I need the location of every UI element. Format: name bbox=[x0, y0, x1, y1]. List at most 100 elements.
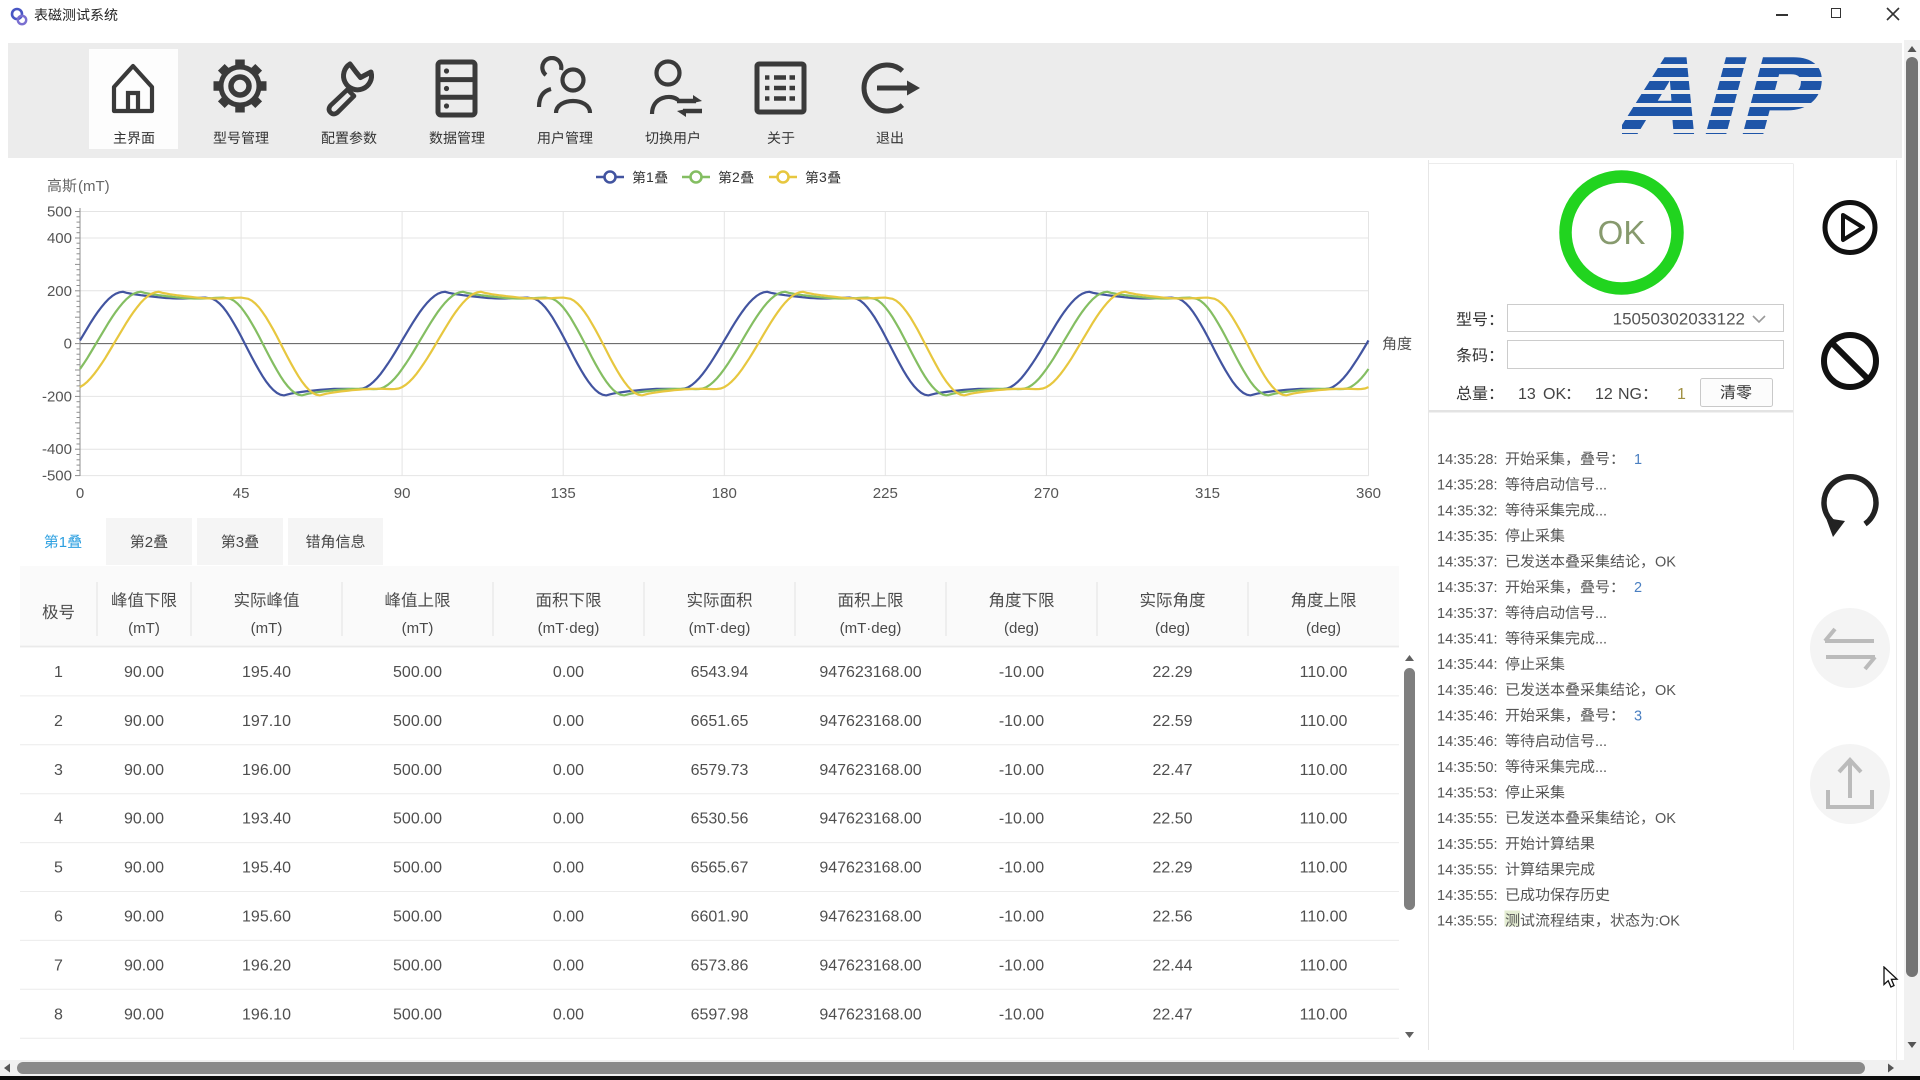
svg-text:6651.65: 6651.65 bbox=[691, 713, 749, 730]
svg-text:110.00: 110.00 bbox=[1300, 957, 1348, 974]
svg-text:110.00: 110.00 bbox=[1300, 1006, 1348, 1023]
svg-text:14:35:55:: 14:35:55: bbox=[1437, 837, 1497, 853]
svg-text:196.00: 196.00 bbox=[242, 762, 291, 779]
svg-text:(mT·deg): (mT·deg) bbox=[538, 620, 600, 637]
svg-text:(mT): (mT) bbox=[78, 178, 110, 195]
svg-text:-10.00: -10.00 bbox=[999, 811, 1044, 828]
svg-text:90.00: 90.00 bbox=[124, 957, 164, 974]
svg-text:22.44: 22.44 bbox=[1152, 957, 1192, 974]
svg-text:13: 13 bbox=[1518, 386, 1536, 403]
svg-text:(mT): (mT) bbox=[128, 620, 160, 637]
svg-text:6530.56: 6530.56 bbox=[691, 811, 749, 828]
svg-text:(deg): (deg) bbox=[1004, 620, 1039, 637]
svg-text:947623168.00: 947623168.00 bbox=[819, 713, 921, 730]
svg-text:1: 1 bbox=[646, 169, 654, 185]
svg-text:14:35:46:: 14:35:46: bbox=[1437, 734, 1497, 750]
svg-text:OK: OK bbox=[1543, 386, 1566, 403]
svg-text:14:35:53:: 14:35:53: bbox=[1437, 786, 1497, 802]
svg-text:500.00: 500.00 bbox=[393, 860, 442, 877]
svg-text:7: 7 bbox=[54, 957, 63, 974]
svg-text:6601.90: 6601.90 bbox=[691, 909, 749, 926]
svg-text:90.00: 90.00 bbox=[124, 713, 164, 730]
svg-text:22.29: 22.29 bbox=[1152, 860, 1192, 877]
svg-text:0: 0 bbox=[64, 336, 72, 353]
svg-text:3: 3 bbox=[54, 762, 63, 779]
svg-text:500.00: 500.00 bbox=[393, 1006, 442, 1023]
svg-text:6543.94: 6543.94 bbox=[691, 664, 749, 681]
svg-text:0.00: 0.00 bbox=[553, 860, 584, 877]
svg-text:...: ... bbox=[1595, 503, 1607, 519]
svg-text:-10.00: -10.00 bbox=[999, 664, 1044, 681]
svg-text:14:35:37:: 14:35:37: bbox=[1437, 606, 1497, 622]
svg-text:8: 8 bbox=[54, 1006, 63, 1023]
svg-text:1: 1 bbox=[54, 664, 63, 681]
svg-text:5: 5 bbox=[54, 860, 63, 877]
svg-text:0.00: 0.00 bbox=[553, 909, 584, 926]
svg-text:315: 315 bbox=[1195, 485, 1220, 502]
svg-text:14:35:46:: 14:35:46: bbox=[1437, 683, 1497, 699]
svg-text:(mT): (mT) bbox=[251, 620, 283, 637]
svg-text:6565.67: 6565.67 bbox=[691, 860, 749, 877]
svg-text:3: 3 bbox=[236, 534, 244, 551]
svg-text:193.40: 193.40 bbox=[242, 811, 291, 828]
svg-text:195.40: 195.40 bbox=[242, 860, 291, 877]
svg-text:0.00: 0.00 bbox=[553, 811, 584, 828]
svg-text:22.50: 22.50 bbox=[1152, 811, 1192, 828]
svg-text:-200: -200 bbox=[42, 388, 72, 405]
svg-text:0.00: 0.00 bbox=[553, 762, 584, 779]
svg-text:110.00: 110.00 bbox=[1300, 860, 1348, 877]
svg-text:135: 135 bbox=[551, 485, 576, 502]
svg-text:14:35:37:: 14:35:37: bbox=[1437, 555, 1497, 571]
svg-text:947623168.00: 947623168.00 bbox=[819, 811, 921, 828]
svg-text:14:35:41:: 14:35:41: bbox=[1437, 632, 1497, 648]
svg-text:3: 3 bbox=[1634, 709, 1642, 725]
svg-text:1: 1 bbox=[1677, 386, 1686, 403]
svg-text:14:35:28:: 14:35:28: bbox=[1437, 478, 1497, 494]
svg-text:90.00: 90.00 bbox=[124, 762, 164, 779]
svg-text:OK: OK bbox=[1598, 214, 1646, 251]
svg-text:110.00: 110.00 bbox=[1300, 909, 1348, 926]
svg-text:500.00: 500.00 bbox=[393, 762, 442, 779]
svg-text:14:35:55:: 14:35:55: bbox=[1437, 914, 1497, 930]
svg-text:22.59: 22.59 bbox=[1152, 713, 1192, 730]
svg-text:(deg): (deg) bbox=[1306, 620, 1341, 637]
svg-text:90.00: 90.00 bbox=[124, 1006, 164, 1023]
svg-text:22.47: 22.47 bbox=[1152, 762, 1192, 779]
svg-text:...: ... bbox=[1595, 632, 1607, 648]
svg-text:1: 1 bbox=[59, 534, 67, 551]
svg-text:180: 180 bbox=[712, 485, 737, 502]
svg-text:195.60: 195.60 bbox=[242, 909, 291, 926]
svg-text:500.00: 500.00 bbox=[393, 811, 442, 828]
svg-text:947623168.00: 947623168.00 bbox=[819, 860, 921, 877]
svg-text:12: 12 bbox=[1595, 386, 1613, 403]
svg-text:400: 400 bbox=[47, 230, 72, 247]
svg-text:(deg): (deg) bbox=[1155, 620, 1190, 637]
svg-text:22.29: 22.29 bbox=[1152, 664, 1192, 681]
svg-text:14:35:55:: 14:35:55: bbox=[1437, 811, 1497, 827]
svg-text:15050302033122: 15050302033122 bbox=[1613, 310, 1745, 329]
svg-text:0.00: 0.00 bbox=[553, 1006, 584, 1023]
svg-text:947623168.00: 947623168.00 bbox=[819, 664, 921, 681]
svg-text:0.00: 0.00 bbox=[553, 664, 584, 681]
svg-text:2: 2 bbox=[54, 713, 63, 730]
svg-text:90: 90 bbox=[394, 485, 411, 502]
svg-text:196.10: 196.10 bbox=[242, 1006, 291, 1023]
svg-text:4: 4 bbox=[54, 811, 63, 828]
svg-text:-10.00: -10.00 bbox=[999, 909, 1044, 926]
svg-text:OK: OK bbox=[1655, 555, 1676, 571]
svg-text:2: 2 bbox=[732, 169, 740, 185]
svg-text:14:35:32:: 14:35:32: bbox=[1437, 503, 1497, 519]
svg-text:-400: -400 bbox=[42, 441, 72, 458]
svg-text:947623168.00: 947623168.00 bbox=[819, 762, 921, 779]
svg-text:0.00: 0.00 bbox=[553, 713, 584, 730]
svg-text:0: 0 bbox=[76, 485, 84, 502]
svg-text:...: ... bbox=[1595, 734, 1607, 750]
svg-text:500.00: 500.00 bbox=[393, 664, 442, 681]
svg-text:14:35:37:: 14:35:37: bbox=[1437, 580, 1497, 596]
svg-text:947623168.00: 947623168.00 bbox=[819, 957, 921, 974]
svg-text:6579.73: 6579.73 bbox=[691, 762, 749, 779]
svg-text:200: 200 bbox=[47, 283, 72, 300]
svg-text:-10.00: -10.00 bbox=[999, 957, 1044, 974]
svg-text:-10.00: -10.00 bbox=[999, 1006, 1044, 1023]
svg-text:500.00: 500.00 bbox=[393, 957, 442, 974]
